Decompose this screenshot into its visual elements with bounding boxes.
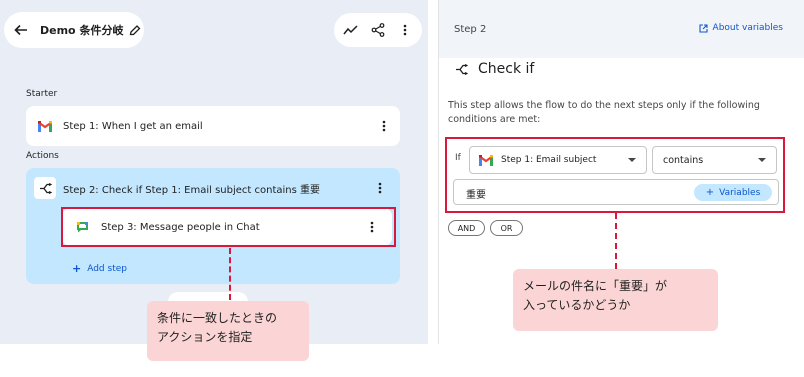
gmail-icon	[38, 120, 52, 132]
right-dashed-connector	[615, 213, 617, 269]
panel-header: Step 2 About variables	[439, 0, 804, 58]
condition-value-text: 重要	[466, 190, 486, 201]
panel-description: This step allows the flow to do the next…	[448, 100, 760, 125]
edit-title-button[interactable]	[129, 24, 141, 36]
or-button[interactable]: OR	[490, 220, 523, 236]
if-label: If	[455, 153, 461, 163]
activity-button[interactable]	[339, 18, 363, 42]
step1-prefix: Step 1:	[63, 120, 99, 132]
flow-title: Demo 条件分岐	[40, 24, 124, 37]
step1-text: When I get an email	[98, 120, 203, 132]
step3-highlight	[61, 207, 396, 247]
panel-step-label: Step 2	[454, 24, 487, 35]
condition-operator-select[interactable]: contains	[652, 146, 777, 174]
step1-card[interactable]: Step 1: When I get an email	[26, 106, 400, 146]
add-step-button[interactable]: + Add step	[72, 262, 127, 275]
and-button[interactable]: AND	[448, 220, 485, 236]
back-button[interactable]	[6, 15, 36, 45]
right-callout-line-1: メールの件名に「重要」が	[523, 279, 668, 293]
step2-icon-box	[34, 177, 56, 199]
panel-title: Check if	[455, 61, 534, 77]
check-if-branch-icon	[39, 182, 52, 194]
more-vert-icon	[378, 182, 382, 194]
actions-label: Actions	[26, 151, 59, 161]
step1-more-button[interactable]	[377, 118, 391, 134]
plus-icon: +	[705, 187, 715, 198]
more-vert-icon	[403, 24, 406, 36]
about-variables-label: About variables	[712, 23, 783, 33]
step2-text: Check if Step 1: Email subject contains …	[98, 185, 320, 196]
condition-field-select[interactable]: Step 1: Email subject	[469, 146, 647, 174]
more-menu-button[interactable]	[393, 18, 417, 42]
left-callout-line-2: アクションを指定	[157, 330, 253, 344]
about-variables-link[interactable]: About variables	[698, 23, 783, 33]
condition-operator-value: contains	[663, 154, 704, 166]
flow-title-bar: Demo 条件分岐	[4, 12, 144, 48]
panel-title-text: Check if	[478, 61, 535, 77]
variables-button[interactable]: + Variables	[694, 184, 772, 201]
check-if-branch-icon	[456, 63, 468, 75]
starter-label: Starter	[26, 89, 58, 99]
step2-more-button[interactable]	[373, 180, 387, 196]
step2-prefix: Step 2:	[63, 185, 99, 196]
arrow-left-icon	[14, 24, 27, 36]
open-in-new-icon	[698, 23, 708, 33]
right-callout: メールの件名に「重要」が 入っているかどうか	[513, 269, 718, 331]
variables-button-label: Variables	[719, 187, 761, 198]
chevron-down-icon	[628, 158, 636, 162]
flow-toolbar	[334, 13, 422, 47]
gmail-icon	[479, 154, 493, 166]
chevron-down-icon	[758, 158, 766, 162]
trending-icon	[343, 25, 358, 35]
plus-icon: +	[72, 262, 82, 275]
pencil-icon	[130, 25, 141, 36]
share-button[interactable]	[366, 18, 390, 42]
left-callout-line-1: 条件に一致したときの	[157, 311, 278, 325]
share-icon	[371, 23, 385, 37]
add-step-label: Add step	[87, 263, 127, 274]
more-vert-icon	[382, 120, 386, 132]
right-callout-line-2: 入っているかどうか	[523, 298, 631, 312]
flow-canvas: Demo 条件分岐 Starter Step 1: When I get an …	[0, 0, 428, 344]
condition-field-value: Step 1: Email subject	[501, 155, 597, 165]
left-dashed-connector	[229, 248, 231, 300]
left-callout: 条件に一致したときの アクションを指定	[147, 301, 309, 361]
condition-value-input[interactable]: 重要 + Variables	[453, 179, 779, 205]
